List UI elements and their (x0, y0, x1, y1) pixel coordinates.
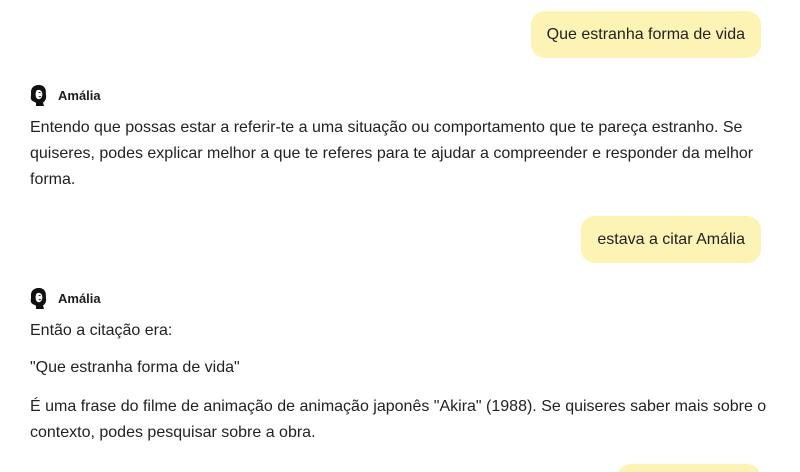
assistant-message-quote: "Que estranha forma de vida" (30, 355, 770, 381)
user-message-text: Que estranha forma de vida (546, 25, 745, 43)
assistant-message-paragraph: É uma frase do filme de animação de anim… (30, 394, 770, 446)
user-message-text: estava a citar Amália (597, 230, 745, 248)
user-message: Que estranha forma de vida (530, 11, 761, 58)
assistant-name: Amália (58, 290, 101, 306)
assistant-message-paragraph: Então a citação era: (30, 318, 770, 344)
amalia-portrait-icon (30, 288, 47, 309)
assistant-message-paragraph: Entendo que possas estar a referir-te a … (30, 119, 754, 188)
user-message: estava a citar Amália (581, 216, 761, 263)
assistant-message-paragraph-text: É uma frase do filme de animação de anim… (30, 398, 767, 441)
assistant-message: Entendo que possas estar a referir-te a … (30, 115, 770, 193)
assistant-name: Amália (58, 87, 101, 103)
amalia-portrait-icon (30, 85, 47, 106)
assistant-header: Amália (29, 287, 101, 309)
user-message-partial (617, 464, 761, 472)
chat-transcript: Que estranha forma de vida Amália Entend… (0, 0, 800, 472)
assistant-message-paragraph-text: Então a citação era: (30, 322, 173, 339)
assistant-header: Amália (29, 84, 101, 106)
assistant-message-paragraph-text: "Que estranha forma de vida" (30, 359, 240, 376)
